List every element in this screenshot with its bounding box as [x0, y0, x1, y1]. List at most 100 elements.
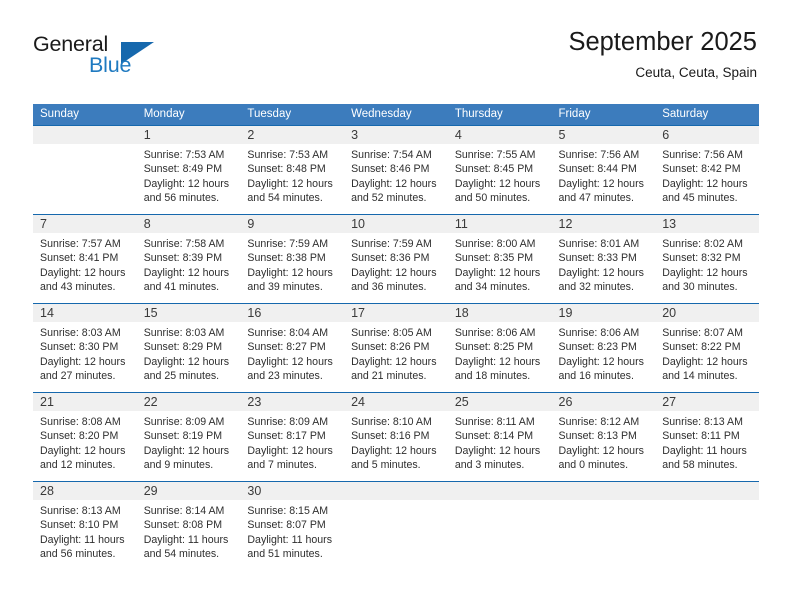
calendar-day-cell[interactable]: 14 Sunrise: 8:03 AM Sunset: 8:30 PM Dayligh… — [33, 303, 137, 393]
daylight-duration-line1: Daylight: 12 hours — [558, 355, 644, 368]
calendar-day-cell[interactable]: 25 Sunrise: 8:11 AM Sunset: 8:14 PM Dayligh… — [447, 392, 552, 482]
daylight-duration-line1: Daylight: 12 hours — [351, 266, 437, 279]
day-number: 20 — [655, 304, 759, 322]
weekday-header-tuesday: Tuesday — [240, 104, 345, 126]
calendar-day-cell[interactable]: 17 Sunrise: 8:05 AM Sunset: 8:26 PM Dayligh… — [344, 303, 448, 393]
calendar-day-cell[interactable]: 29 Sunrise: 8:14 AM Sunset: 8:08 PM Dayligh… — [136, 481, 241, 570]
day-details — [448, 500, 552, 504]
sunset-time: Sunset: 8:38 PM — [247, 252, 326, 265]
day-details — [344, 500, 448, 504]
calendar-day-cell[interactable]: 30 Sunrise: 8:15 AM Sunset: 8:07 PM Dayligh… — [240, 481, 345, 570]
sunset-time: Sunset: 8:20 PM — [40, 430, 119, 443]
calendar-day-cell[interactable]: 23 Sunrise: 8:09 AM Sunset: 8:17 PM Dayligh… — [240, 392, 345, 482]
calendar-day-cell[interactable]: 2 Sunrise: 7:53 AM Sunset: 8:48 PM Daylight… — [240, 125, 345, 215]
daylight-duration-line2: and 30 minutes. — [662, 281, 738, 294]
day-cell-inner: 26 Sunrise: 8:12 AM Sunset: 8:13 PM Dayligh… — [551, 393, 656, 481]
daylight-duration-line2: and 0 minutes. — [558, 459, 629, 472]
sunrise-time: Sunrise: 8:02 AM — [662, 238, 743, 250]
calendar-day-cell[interactable]: 8 Sunrise: 7:58 AM Sunset: 8:39 PM Daylight… — [136, 214, 241, 304]
calendar-day-cell[interactable]: 16 Sunrise: 8:04 AM Sunset: 8:27 PM Dayligh… — [240, 303, 345, 393]
calendar-day-cell[interactable]: 20 Sunrise: 8:07 AM Sunset: 8:22 PM Dayligh… — [655, 303, 759, 393]
daylight-duration-line2: and 5 minutes. — [351, 459, 421, 472]
calendar-day-cell[interactable]: 24 Sunrise: 8:10 AM Sunset: 8:16 PM Dayligh… — [344, 392, 448, 482]
calendar-week-row: 21 Sunrise: 8:08 AM Sunset: 8:20 PM Dayligh… — [33, 392, 759, 482]
weekday-header-sunday: Sunday — [33, 104, 137, 126]
calendar-week-row: 7 Sunrise: 7:57 AM Sunset: 8:41 PM Daylight… — [33, 214, 759, 304]
sunrise-time: Sunrise: 8:10 AM — [351, 416, 432, 428]
day-number: 3 — [344, 126, 448, 144]
sunset-time: Sunset: 8:45 PM — [454, 163, 534, 176]
sunset-time: Sunset: 8:30 PM — [40, 341, 119, 354]
day-details: Sunrise: 8:07 AM Sunset: 8:22 PM Daylight:… — [655, 322, 759, 384]
daylight-duration-line2: and 56 minutes. — [40, 548, 116, 561]
calendar-day-cell[interactable]: 26 Sunrise: 8:12 AM Sunset: 8:13 PM Dayligh… — [551, 392, 656, 482]
daylight-duration-line1: Daylight: 12 hours — [143, 355, 230, 368]
calendar-header-row: Sunday Monday Tuesday Wednesday Thursday Frid… — [33, 104, 759, 126]
daylight-duration-line2: and 45 minutes. — [662, 192, 738, 205]
calendar-day-cell[interactable]: 19 Sunrise: 8:06 AM Sunset: 8:23 PM Dayligh… — [551, 303, 656, 393]
calendar-day-cell-empty — [33, 125, 137, 215]
day-number — [655, 482, 759, 500]
sunset-time: Sunset: 8:17 PM — [247, 430, 326, 443]
calendar-day-cell[interactable]: 9 Sunrise: 7:59 AM Sunset: 8:38 PM Daylight… — [240, 214, 345, 304]
day-cell-inner: 14 Sunrise: 8:03 AM Sunset: 8:30 PM Dayligh… — [33, 304, 137, 392]
sunset-time: Sunset: 8:48 PM — [247, 163, 326, 176]
calendar-day-cell[interactable]: 5 Sunrise: 7:56 AM Sunset: 8:44 PM Daylight… — [551, 125, 656, 215]
calendar-day-cell[interactable]: 7 Sunrise: 7:57 AM Sunset: 8:41 PM Daylight… — [33, 214, 137, 304]
calendar-day-cell[interactable]: 4 Sunrise: 7:55 AM Sunset: 8:45 PM Daylight… — [447, 125, 552, 215]
brand-logo[interactable]: General Blue — [33, 32, 213, 82]
calendar-day-cell[interactable]: 1 Sunrise: 7:53 AM Sunset: 8:49 PM Daylight… — [136, 125, 241, 215]
daylight-duration-line1: Daylight: 12 hours — [247, 177, 333, 190]
day-number: 24 — [344, 393, 448, 411]
calendar-day-cell[interactable]: 21 Sunrise: 8:08 AM Sunset: 8:20 PM Dayligh… — [33, 392, 137, 482]
weekday-header-monday: Monday — [136, 104, 241, 126]
day-cell-inner: 27 Sunrise: 8:13 AM Sunset: 8:11 PM Dayligh… — [655, 393, 759, 481]
day-details: Sunrise: 8:03 AM Sunset: 8:30 PM Daylight:… — [33, 322, 137, 384]
day-details: Sunrise: 7:59 AM Sunset: 8:36 PM Daylight:… — [344, 233, 448, 295]
day-number: 28 — [33, 482, 137, 500]
calendar-day-cell[interactable]: 3 Sunrise: 7:54 AM Sunset: 8:46 PM Daylight… — [344, 125, 448, 215]
calendar-day-cell[interactable]: 11 Sunrise: 8:00 AM Sunset: 8:35 PM Dayligh… — [447, 214, 552, 304]
day-cell-inner: 5 Sunrise: 7:56 AM Sunset: 8:44 PM Daylight… — [551, 126, 656, 214]
sunrise-time: Sunrise: 8:07 AM — [662, 327, 743, 339]
sunset-time: Sunset: 8:33 PM — [558, 252, 637, 265]
day-details: Sunrise: 8:02 AM Sunset: 8:32 PM Daylight:… — [655, 233, 759, 295]
daylight-duration-line2: and 32 minutes. — [558, 281, 634, 294]
day-number: 7 — [33, 215, 137, 233]
day-cell-inner: 23 Sunrise: 8:09 AM Sunset: 8:17 PM Dayligh… — [240, 393, 345, 481]
weekday-header-friday: Friday — [551, 104, 656, 126]
sunset-time: Sunset: 8:27 PM — [247, 341, 326, 354]
sunrise-time: Sunrise: 7:53 AM — [143, 149, 225, 161]
daylight-duration-line2: and 25 minutes. — [143, 370, 220, 383]
day-cell-inner: 11 Sunrise: 8:00 AM Sunset: 8:35 PM Dayligh… — [447, 215, 552, 303]
sunset-time: Sunset: 8:36 PM — [351, 252, 430, 265]
day-cell-inner: 30 Sunrise: 8:15 AM Sunset: 8:07 PM Dayligh… — [240, 482, 345, 570]
sunrise-time: Sunrise: 8:05 AM — [351, 327, 432, 339]
day-cell-inner: 21 Sunrise: 8:08 AM Sunset: 8:20 PM Dayligh… — [33, 393, 137, 481]
day-cell-inner: 7 Sunrise: 7:57 AM Sunset: 8:41 PM Daylight… — [33, 215, 137, 303]
daylight-duration-line2: and 41 minutes. — [143, 281, 220, 294]
calendar-day-cell[interactable]: 28 Sunrise: 8:13 AM Sunset: 8:10 PM Dayligh… — [33, 481, 137, 570]
daylight-duration-line1: Daylight: 11 hours — [247, 533, 333, 546]
day-details: Sunrise: 8:14 AM Sunset: 8:08 PM Daylight:… — [137, 500, 241, 562]
calendar-day-cell[interactable]: 15 Sunrise: 8:03 AM Sunset: 8:29 PM Dayligh… — [136, 303, 241, 393]
page-title: September 2025 — [568, 28, 757, 56]
calendar-day-cell[interactable]: 13 Sunrise: 8:02 AM Sunset: 8:32 PM Dayligh… — [655, 214, 759, 304]
daylight-duration-line2: and 50 minutes. — [454, 192, 531, 205]
daylight-duration-line1: Daylight: 12 hours — [558, 444, 644, 457]
calendar-day-cell[interactable]: 27 Sunrise: 8:13 AM Sunset: 8:11 PM Dayligh… — [655, 392, 759, 482]
calendar-day-cell[interactable]: 22 Sunrise: 8:09 AM Sunset: 8:19 PM Dayligh… — [136, 392, 241, 482]
calendar-week-row: 28 Sunrise: 8:13 AM Sunset: 8:10 PM Dayligh… — [33, 481, 759, 570]
calendar-day-cell[interactable]: 12 Sunrise: 8:01 AM Sunset: 8:33 PM Dayligh… — [551, 214, 656, 304]
sunset-time: Sunset: 8:42 PM — [662, 163, 741, 176]
calendar-day-cell[interactable]: 6 Sunrise: 7:56 AM Sunset: 8:42 PM Daylight… — [655, 125, 759, 215]
day-cell-inner: 6 Sunrise: 7:56 AM Sunset: 8:42 PM Daylight… — [655, 126, 759, 214]
calendar-day-cell[interactable]: 10 Sunrise: 7:59 AM Sunset: 8:36 PM Dayligh… — [344, 214, 448, 304]
day-number: 13 — [655, 215, 759, 233]
day-cell-inner: 2 Sunrise: 7:53 AM Sunset: 8:48 PM Daylight… — [240, 126, 345, 214]
daylight-duration-line2: and 18 minutes. — [454, 370, 531, 383]
day-number: 25 — [447, 393, 552, 411]
calendar-day-cell[interactable]: 18 Sunrise: 8:06 AM Sunset: 8:25 PM Dayligh… — [447, 303, 552, 393]
day-number: 23 — [240, 393, 345, 411]
sunrise-time: Sunrise: 8:03 AM — [143, 327, 225, 339]
